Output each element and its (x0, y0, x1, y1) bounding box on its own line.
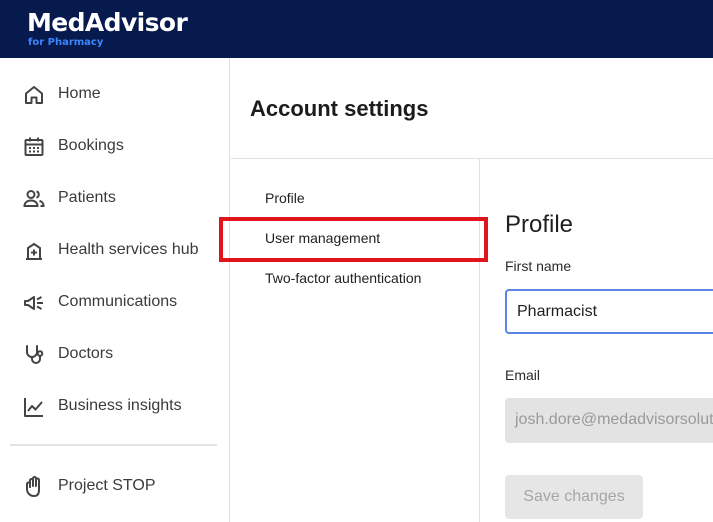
insights-chart-icon (22, 395, 46, 419)
header-divider (231, 158, 713, 159)
sidebar-item-project-stop[interactable]: Project STOP (0, 467, 229, 507)
profile-heading: Profile (505, 211, 574, 238)
first-name-field[interactable]: Pharmacist (505, 289, 713, 334)
sidebar-divider (10, 444, 217, 446)
email-label: Email (505, 367, 541, 383)
sidebar-item-label: Doctors (58, 345, 114, 362)
settings-link-two-factor-authentication[interactable]: Two-factor authentication (265, 270, 421, 286)
sidebar-item-patients[interactable]: Patients (0, 179, 229, 219)
people-icon (22, 187, 46, 211)
sidebar-item-label: Communications (58, 293, 178, 310)
sidebar-item-business-insights[interactable]: Business insights (0, 387, 229, 427)
brand-logo[interactable]: MedAdvisor (27, 8, 188, 37)
sidebar-item-label: Health services hub (58, 241, 199, 258)
health-services-icon (22, 239, 46, 263)
home-icon (22, 83, 46, 107)
page-title: Account settings (250, 96, 429, 121)
hand-stop-icon (22, 475, 46, 499)
sidebar-item-label: Project STOP (58, 477, 156, 494)
top-bar: MedAdvisor for Pharmacy (0, 0, 713, 58)
save-changes-button[interactable]: Save changes (505, 475, 643, 519)
first-name-label: First name (505, 258, 572, 274)
sidebar: Home Bookings Patients Health services h… (0, 58, 230, 522)
email-field: josh.dore@medadvisorsolutions.com (505, 398, 713, 443)
sidebar-item-label: Bookings (58, 137, 124, 154)
sidebar-item-label: Home (58, 85, 101, 102)
sidebar-item-health-services-hub[interactable]: Health services hub (0, 231, 229, 271)
sidebar-item-label: Business insights (58, 397, 182, 414)
sidebar-item-home[interactable]: Home (0, 75, 229, 115)
calendar-icon (22, 135, 46, 159)
sidebar-item-bookings[interactable]: Bookings (0, 127, 229, 167)
sidebar-item-communications[interactable]: Communications (0, 283, 229, 323)
megaphone-icon (22, 291, 46, 315)
sidebar-item-label: Patients (58, 189, 116, 206)
brand-tagline: for Pharmacy (28, 37, 104, 48)
settings-column-divider (479, 159, 480, 522)
settings-link-profile[interactable]: Profile (265, 190, 305, 206)
sidebar-item-doctors[interactable]: Doctors (0, 335, 229, 375)
stethoscope-icon (22, 343, 46, 367)
highlight-annotation-box (219, 217, 488, 262)
